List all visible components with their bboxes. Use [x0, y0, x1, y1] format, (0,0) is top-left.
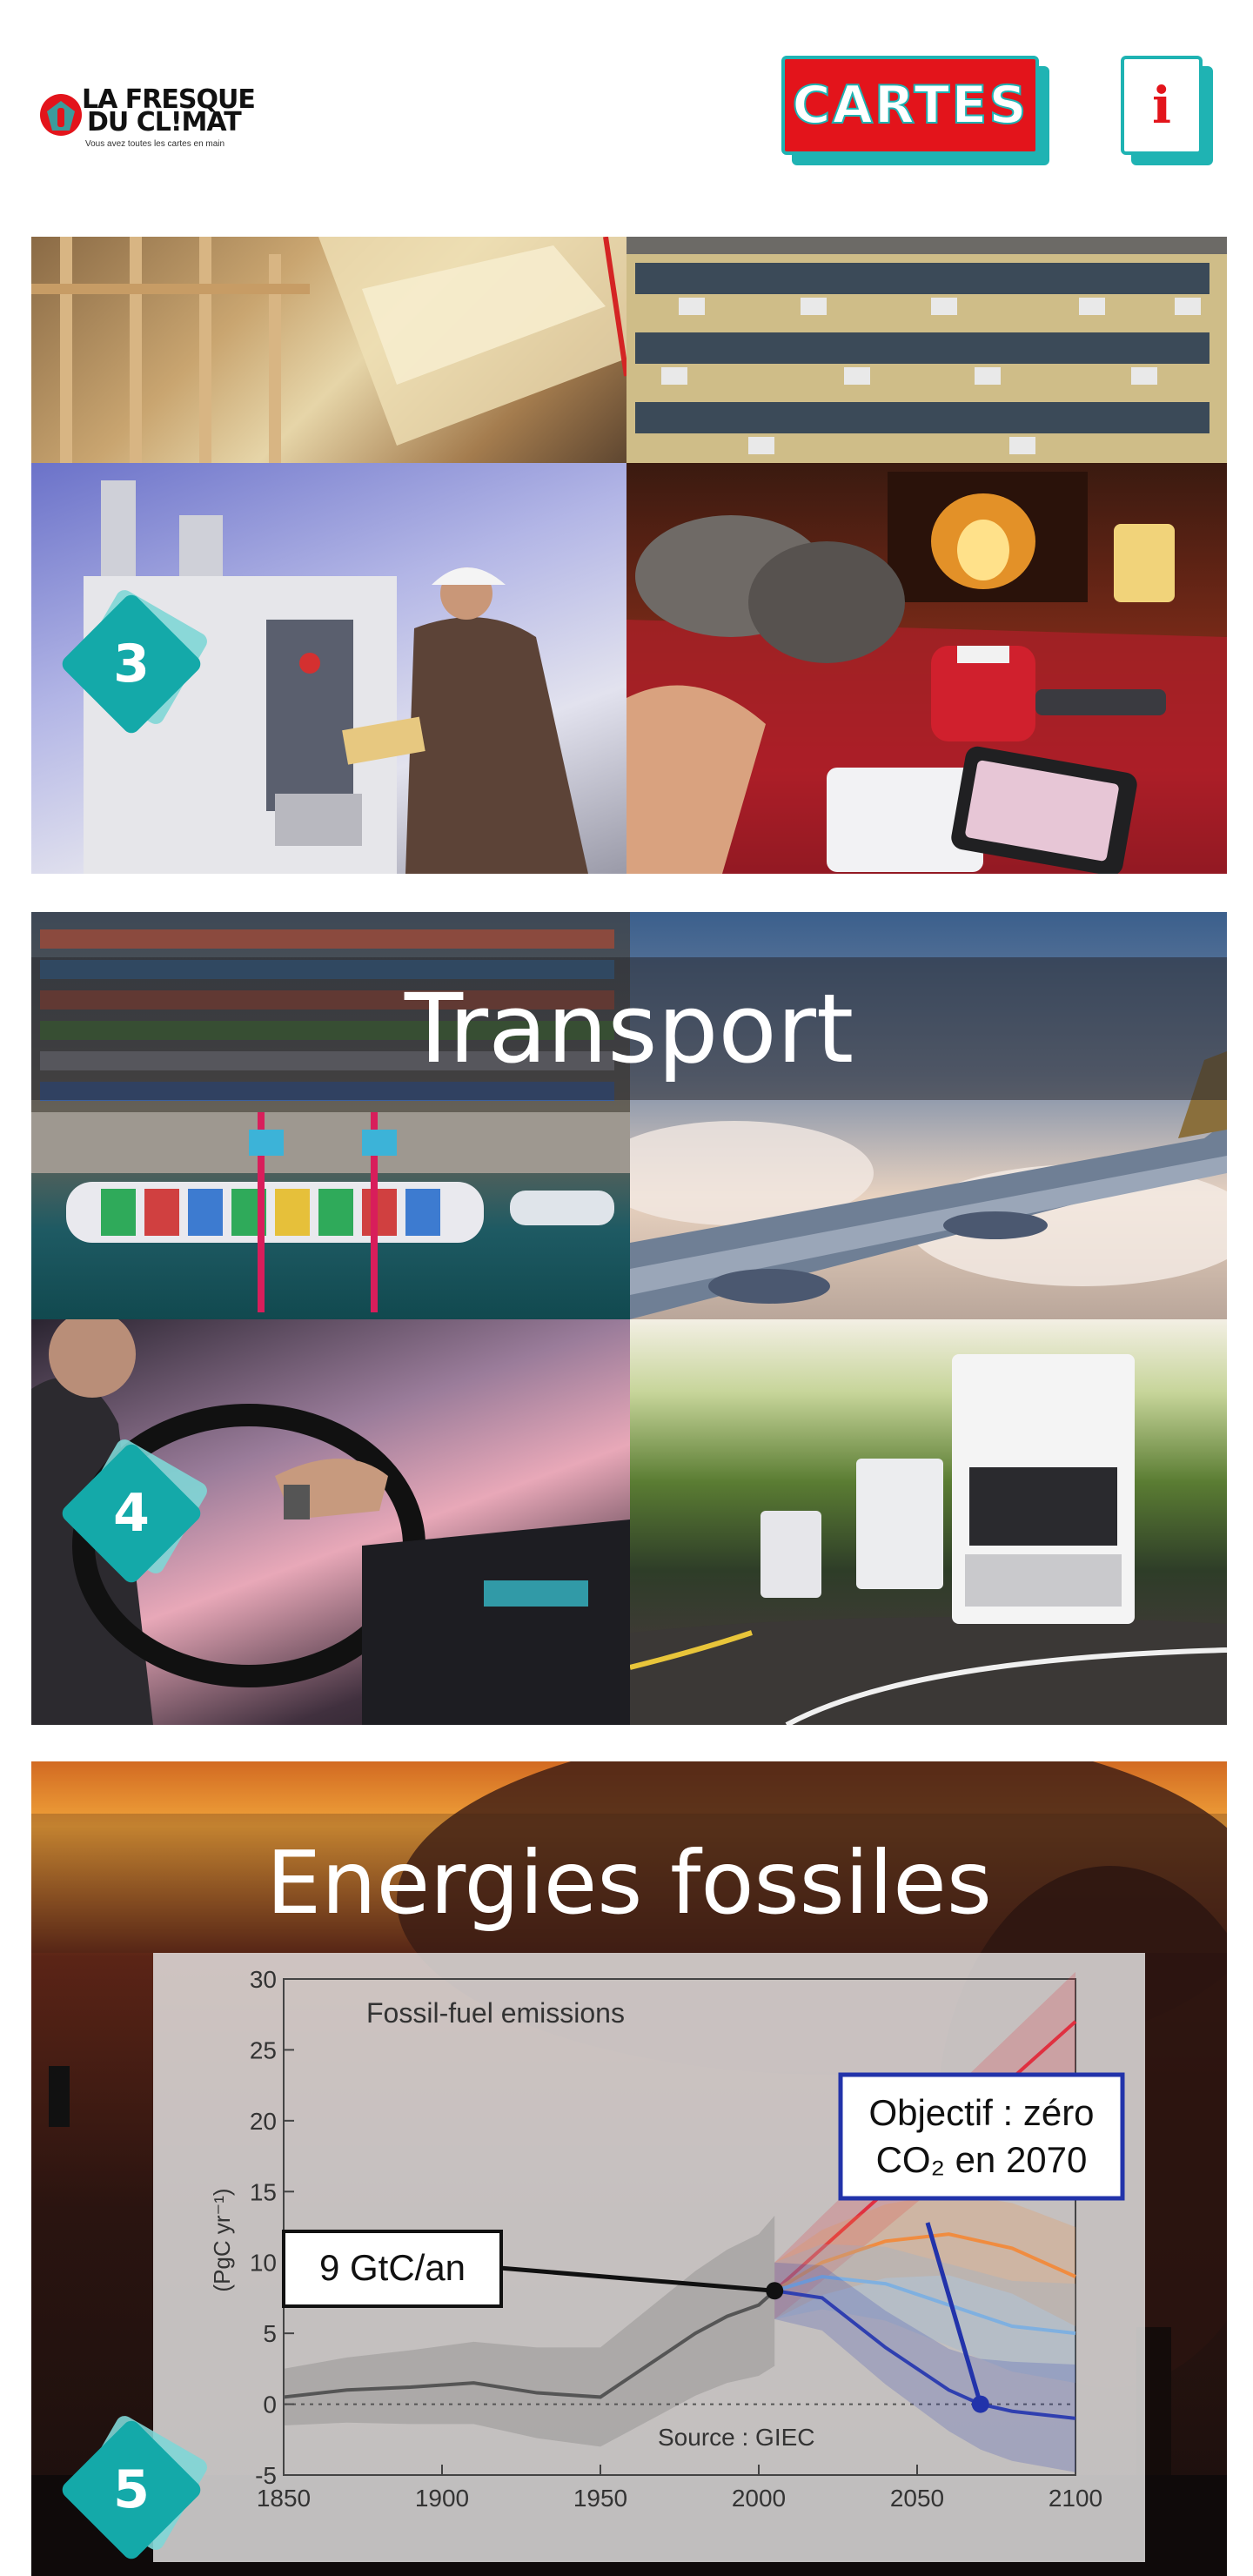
annotation-target-line2: CO₂ en 2070	[876, 2139, 1088, 2180]
annotation-target-line1: Objectif : zéro	[868, 2092, 1094, 2133]
card-number: 5	[113, 2459, 150, 2520]
driver-photo: 4	[31, 1319, 630, 1725]
y-tick-label: -5	[255, 2462, 277, 2489]
apartment-photo	[626, 237, 1227, 463]
card-title-banner: Transport	[31, 957, 1227, 1100]
construction-photo	[31, 237, 626, 463]
cartes-button[interactable]: CARTES	[781, 56, 1049, 165]
card-4[interactable]: 4 Transport	[31, 912, 1227, 1725]
y-tick-label: 5	[263, 2320, 277, 2347]
y-tick-label: 0	[263, 2392, 277, 2418]
trucks-illustration	[630, 1354, 1227, 1725]
trucks-photo	[630, 1319, 1227, 1725]
card-3[interactable]: 3	[31, 237, 1227, 874]
logo-tagline: Vous avez toutes les cartes en main	[85, 139, 225, 149]
cartes-button-label: CARTES	[781, 56, 1039, 155]
chart-source: Source : GIEC	[658, 2424, 815, 2451]
x-tick-label: 2100	[1049, 2485, 1102, 2512]
annotation-current-emissions: 9 GtC/an	[319, 2247, 466, 2288]
card-number: 3	[113, 634, 150, 694]
x-tick-label: 1900	[415, 2485, 469, 2512]
logo-title-line2: DU CL!MAT	[87, 107, 242, 138]
card-title: Energies fossiles	[266, 1832, 992, 1934]
card-number-badge: 4	[58, 1436, 211, 1587]
card-number-badge: 3	[58, 587, 211, 737]
hand-logo-icon	[40, 94, 82, 136]
card-5[interactable]: Energies fossiles 1850 1900 1950 2000 2050 21…	[31, 1761, 1227, 2576]
card-title: Transport	[404, 973, 854, 1084]
chart-title: Fossil-fuel emissions	[366, 1997, 625, 2029]
info-icon: i	[1121, 56, 1203, 155]
x-tick-label: 2000	[732, 2485, 786, 2512]
y-tick-label: 25	[250, 2036, 277, 2063]
y-tick-label: 30	[250, 1966, 277, 1993]
fireplace-photo	[626, 463, 1227, 874]
y-tick-label: 15	[250, 2178, 277, 2205]
x-tick-label: 2050	[890, 2485, 944, 2512]
fireplace-illustration	[626, 472, 1227, 874]
y-tick-label: 10	[250, 2250, 277, 2277]
target-point	[971, 2395, 989, 2413]
card-title-banner: Energies fossiles	[31, 1814, 1227, 1953]
facade-illustration	[626, 237, 1227, 454]
emissions-chart: 1850 1900 1950 2000 2050 2100 -5 0 5 10 15 20 25 30 F…	[153, 1953, 1145, 2562]
x-tick-label: 1950	[573, 2485, 627, 2512]
card-number: 4	[113, 1483, 150, 1544]
chart-y-axis-label: (PgC yr⁻¹)	[209, 2188, 235, 2291]
card-number-badge: 5	[58, 2412, 211, 2563]
app-logo: LA FRESQUE DU CL!MAT Vous avez toutes le…	[38, 85, 265, 157]
y-tick-label: 20	[250, 2108, 277, 2135]
electrician-photo: 3	[31, 463, 626, 874]
info-button[interactable]: i	[1121, 56, 1213, 165]
emissions-chart-svg: 1850 1900 1950 2000 2050 2100-5051015202530 F…	[153, 1953, 1145, 2562]
construction-illustration	[31, 237, 626, 463]
current-emissions-point	[766, 2282, 784, 2300]
